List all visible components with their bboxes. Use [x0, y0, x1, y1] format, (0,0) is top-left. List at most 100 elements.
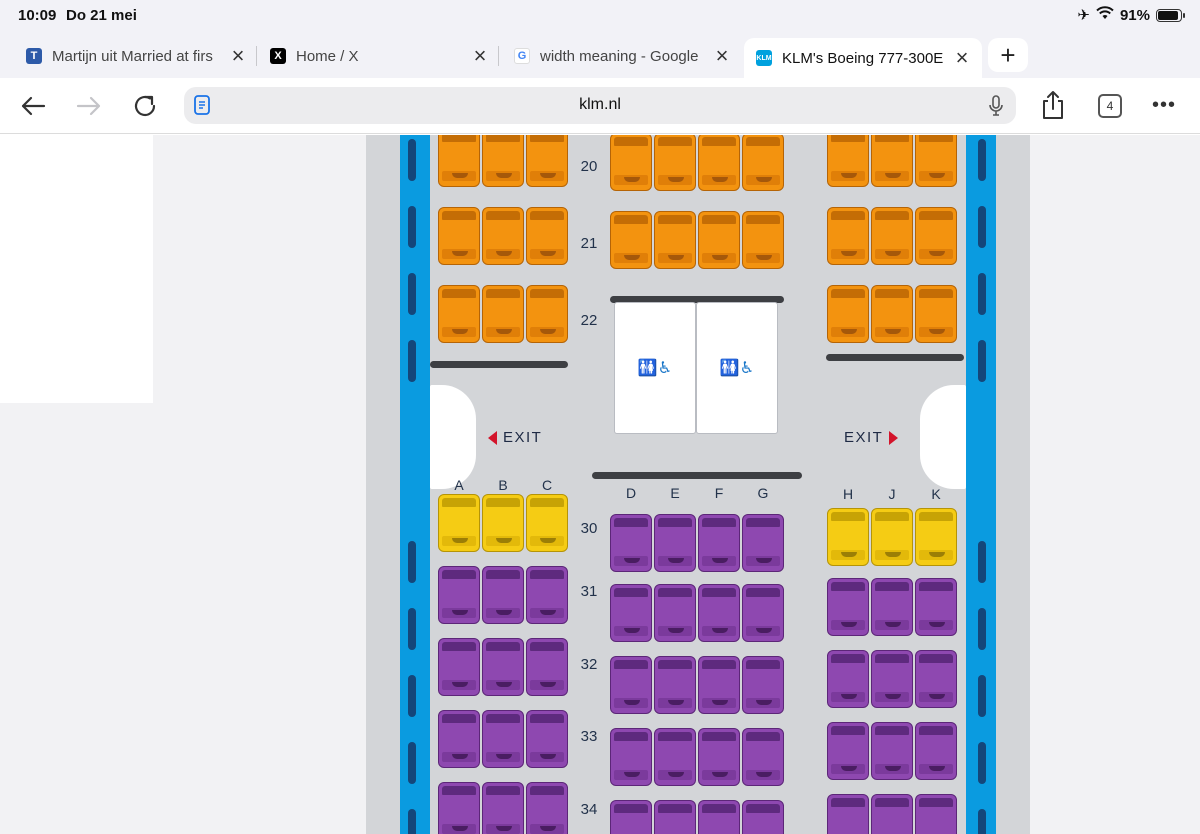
seat-21h[interactable]	[827, 207, 869, 265]
close-tab-icon[interactable]: ×	[470, 43, 490, 68]
seat-21a[interactable]	[438, 207, 480, 265]
seat-31k[interactable]	[915, 578, 957, 636]
seat-33k[interactable]	[915, 722, 957, 780]
seat-34k[interactable]	[915, 794, 957, 834]
reload-button[interactable]	[130, 91, 160, 121]
seat-33f[interactable]	[698, 728, 740, 786]
seat-21k[interactable]	[915, 207, 957, 265]
seat-33b[interactable]	[482, 710, 524, 768]
seat-21g[interactable]	[742, 211, 784, 269]
seat-22k[interactable]	[915, 285, 957, 343]
seat-21e[interactable]	[654, 211, 696, 269]
close-tab-icon[interactable]: ×	[952, 45, 972, 70]
seat-31g[interactable]	[742, 584, 784, 642]
seat-22j[interactable]	[871, 285, 913, 343]
seat-31f[interactable]	[698, 584, 740, 642]
seat-33d[interactable]	[610, 728, 652, 786]
seat-32h[interactable]	[827, 650, 869, 708]
new-tab-button[interactable]: +	[988, 38, 1028, 72]
seat-20h[interactable]	[827, 135, 869, 187]
seat-34g[interactable]	[742, 800, 784, 834]
seat-33c[interactable]	[526, 710, 568, 768]
seat-34h[interactable]	[827, 794, 869, 834]
seat-21b[interactable]	[482, 207, 524, 265]
seat-20b[interactable]	[482, 135, 524, 187]
seat-31j[interactable]	[871, 578, 913, 636]
seat-30j[interactable]	[871, 508, 913, 566]
seat-21c[interactable]	[526, 207, 568, 265]
more-options-icon[interactable]: •••	[1152, 94, 1176, 117]
seat-34j[interactable]	[871, 794, 913, 834]
close-tab-icon[interactable]: ×	[712, 43, 732, 68]
seat-22h[interactable]	[827, 285, 869, 343]
column-letter: J	[888, 486, 896, 502]
seat-20j[interactable]	[871, 135, 913, 187]
seat-21f[interactable]	[698, 211, 740, 269]
row-number: 31	[580, 583, 598, 600]
tab-x-home[interactable]: X Home / X ×	[270, 38, 490, 74]
seat-34c[interactable]	[526, 782, 568, 834]
seat-30b[interactable]	[482, 494, 524, 552]
seat-22c[interactable]	[526, 285, 568, 343]
seat-31b[interactable]	[482, 566, 524, 624]
tab-telegraaf[interactable]: T Martijn uit Married at firs ×	[26, 38, 248, 74]
seat-32b[interactable]	[482, 638, 524, 696]
seat-33g[interactable]	[742, 728, 784, 786]
seat-33e[interactable]	[654, 728, 696, 786]
seat-30k[interactable]	[915, 508, 957, 566]
seat-32c[interactable]	[526, 638, 568, 696]
forward-arrow-icon	[76, 96, 101, 116]
seat-33a[interactable]	[438, 710, 480, 768]
seat-20e[interactable]	[654, 135, 696, 191]
seat-20g[interactable]	[742, 135, 784, 191]
seat-30g[interactable]	[742, 514, 784, 572]
seat-34e[interactable]	[654, 800, 696, 834]
accessible-toilet-icon: 🚻♿	[719, 360, 755, 377]
seat-31h[interactable]	[827, 578, 869, 636]
tab-klm[interactable]: KLM KLM's Boeing 777-300E ×	[744, 38, 982, 78]
seat-33j[interactable]	[871, 722, 913, 780]
seat-30h[interactable]	[827, 508, 869, 566]
back-button[interactable]	[18, 91, 48, 121]
microphone-icon[interactable]	[986, 95, 1006, 117]
seat-34a[interactable]	[438, 782, 480, 834]
partition-middle	[592, 472, 802, 479]
seat-32f[interactable]	[698, 656, 740, 714]
seat-34b[interactable]	[482, 782, 524, 834]
seat-31e[interactable]	[654, 584, 696, 642]
share-button[interactable]	[1040, 90, 1066, 125]
row-number: 21	[580, 235, 598, 252]
seat-30f[interactable]	[698, 514, 740, 572]
seat-31a[interactable]	[438, 566, 480, 624]
close-tab-icon[interactable]: ×	[228, 43, 248, 68]
seat-21j[interactable]	[871, 207, 913, 265]
seat-34d[interactable]	[610, 800, 652, 834]
seat-32a[interactable]	[438, 638, 480, 696]
address-bar[interactable]: klm.nl	[184, 87, 1016, 124]
seat-32j[interactable]	[871, 650, 913, 708]
seat-21d[interactable]	[610, 211, 652, 269]
seat-34f[interactable]	[698, 800, 740, 834]
seat-31c[interactable]	[526, 566, 568, 624]
seat-20f[interactable]	[698, 135, 740, 191]
seat-20d[interactable]	[610, 135, 652, 191]
tab-google[interactable]: G width meaning - Google ×	[514, 38, 732, 74]
seat-30e[interactable]	[654, 514, 696, 572]
seat-32e[interactable]	[654, 656, 696, 714]
seat-30d[interactable]	[610, 514, 652, 572]
seat-31d[interactable]	[610, 584, 652, 642]
seat-20k[interactable]	[915, 135, 957, 187]
seat-33h[interactable]	[827, 722, 869, 780]
seat-32k[interactable]	[915, 650, 957, 708]
seat-30a[interactable]	[438, 494, 480, 552]
seat-20c[interactable]	[526, 135, 568, 187]
seat-32g[interactable]	[742, 656, 784, 714]
seat-22a[interactable]	[438, 285, 480, 343]
column-letter: G	[757, 485, 769, 501]
seat-20a[interactable]	[438, 135, 480, 187]
forward-button[interactable]	[74, 91, 104, 121]
seat-32d[interactable]	[610, 656, 652, 714]
seat-22b[interactable]	[482, 285, 524, 343]
seat-30c[interactable]	[526, 494, 568, 552]
tab-switcher-button[interactable]: 4	[1098, 94, 1122, 118]
